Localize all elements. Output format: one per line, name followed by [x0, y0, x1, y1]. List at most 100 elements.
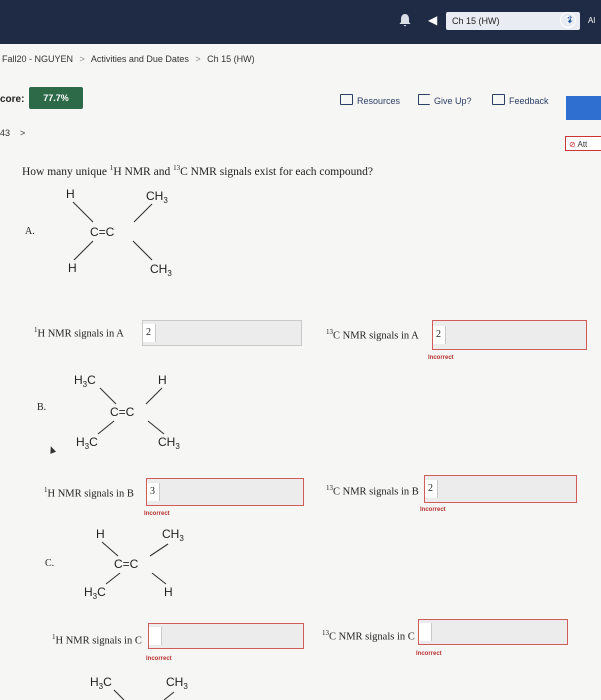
h-nmr-label-b: 1H NMR signals in B	[44, 486, 134, 500]
c-nmr-input-c[interactable]	[418, 619, 568, 645]
atom-label: H3C	[76, 435, 98, 451]
atom-label: CH3	[150, 262, 172, 278]
label-sup: 13	[322, 629, 329, 637]
breadcrumb-activities[interactable]: Activities and Due Dates	[91, 54, 189, 64]
molecule-c: H CH3 C=C H3C H	[84, 527, 184, 601]
bell-icon[interactable]	[398, 13, 412, 27]
bond-line	[73, 240, 94, 261]
c-nmr-input-b[interactable]: 2	[424, 475, 577, 503]
molecule-letter-b: B.	[37, 402, 47, 413]
question-text: How many unique 1H NMR and 13C NMR signa…	[22, 164, 373, 178]
score-badge: 77.7%	[29, 87, 83, 109]
question-part: H	[113, 165, 122, 178]
feedback-incorrect: Incorrect	[420, 507, 446, 513]
submit-button[interactable]	[566, 96, 601, 120]
breadcrumb-separator: >	[79, 54, 85, 64]
h-nmr-input-a[interactable]: 2	[142, 320, 302, 346]
feedback-incorrect: Incorrect	[144, 511, 170, 517]
bond-line	[145, 387, 163, 405]
atom-label: H	[68, 261, 77, 275]
question-part: How many unique	[22, 165, 110, 178]
top-bar: ◀ Ch 15 (HW) ⬍ ? Al	[0, 0, 601, 44]
atom-label: CH3	[158, 435, 180, 451]
double-bond-label: C=C	[110, 405, 135, 419]
bond-line	[163, 691, 175, 700]
h-nmr-input-c[interactable]	[148, 623, 304, 649]
molecule-b: H3C H C=C H3C CH3	[74, 373, 180, 451]
question-number: 43	[0, 128, 11, 138]
h-nmr-label-c: 1H NMR signals in C	[52, 633, 142, 647]
bond-line	[149, 543, 169, 557]
back-arrow-icon[interactable]: ◀	[428, 13, 437, 27]
bond-line	[113, 689, 125, 700]
h-nmr-input-b[interactable]: 3	[146, 478, 304, 506]
atom-label: H	[158, 373, 167, 387]
question-part: NMR signals exist for each compound?	[187, 165, 374, 178]
double-bond-label: C=C	[90, 225, 115, 239]
molecule-letter-a: A.	[25, 226, 35, 237]
question-nav: 43 >	[0, 128, 25, 138]
feedback-button[interactable]: Feedback	[492, 94, 549, 108]
c-nmr-label-b: 13C NMR signals in B	[326, 484, 419, 498]
molecule-letter-c: C.	[45, 558, 55, 569]
feedback-icon	[492, 94, 505, 105]
c-nmr-input-a[interactable]: 2	[432, 320, 587, 350]
bond-line	[97, 420, 115, 435]
next-question-link[interactable]: >	[20, 128, 25, 138]
breadcrumb-current: Ch 15 (HW)	[207, 54, 255, 64]
breadcrumb: Fall20 - NGUYEN > Activities and Due Dat…	[2, 54, 259, 64]
attempt-icon: ⊘	[569, 140, 576, 149]
breadcrumb-course[interactable]: Fall20 - NGUYEN	[2, 54, 73, 64]
double-bond-label: C=C	[114, 557, 139, 571]
label-sup: 13	[326, 328, 333, 336]
give-up-icon	[418, 94, 430, 105]
molecule-a: H CH3 C=C H CH3	[66, 187, 172, 278]
all-link[interactable]: Al	[588, 16, 595, 25]
resources-icon	[340, 94, 353, 105]
bond-line	[101, 541, 119, 557]
label-text: H NMR signals in C	[55, 635, 142, 647]
score-label: core:	[0, 94, 25, 105]
atom-label: CH3	[146, 189, 168, 205]
help-icon[interactable]: ?	[560, 12, 576, 28]
feedback-label: Feedback	[509, 96, 549, 106]
bond-line	[133, 203, 153, 223]
bond-line	[105, 572, 121, 585]
attempt-label: Att	[577, 140, 588, 149]
question-part: C	[180, 165, 188, 178]
bond-line	[151, 572, 167, 585]
label-text: C NMR signals in C	[329, 631, 415, 643]
bond-line	[147, 420, 165, 435]
bond-line	[132, 240, 153, 261]
molecule-d: H3C CH3	[90, 675, 188, 700]
input-value: 2	[433, 326, 446, 344]
resources-button[interactable]: Resources	[340, 94, 400, 108]
input-value: 2	[143, 324, 156, 342]
label-sup: 13	[326, 484, 333, 492]
c-nmr-label-a: 13C NMR signals in A	[326, 328, 419, 342]
bond-line	[72, 201, 94, 223]
resources-label: Resources	[357, 96, 401, 106]
atom-label: H	[164, 585, 173, 599]
input-value: 3	[147, 483, 160, 501]
label-text: H NMR signals in A	[37, 328, 124, 340]
input-value: 2	[425, 480, 438, 498]
atom-label: H3C	[90, 675, 112, 691]
label-text: C NMR signals in B	[333, 486, 419, 498]
label-text: C NMR signals in A	[333, 330, 419, 342]
mouse-cursor-icon	[47, 445, 57, 454]
atom-label: H	[66, 187, 75, 201]
attempt-badge: ⊘ Att	[565, 136, 601, 151]
chapter-select-value: Ch 15 (HW)	[452, 16, 500, 26]
atom-label: CH3	[162, 527, 184, 543]
label-text: H NMR signals in B	[47, 488, 134, 500]
feedback-incorrect: Incorrect	[428, 355, 454, 361]
give-up-button[interactable]: Give Up?	[418, 94, 472, 108]
question-part: NMR and	[121, 165, 174, 178]
atom-label: H3C	[84, 585, 106, 601]
atom-label: H3C	[74, 373, 96, 389]
c-nmr-label-c: 13C NMR signals in C	[322, 629, 415, 643]
input-value	[149, 627, 162, 645]
input-value	[419, 623, 432, 641]
atom-label: H	[96, 527, 105, 541]
